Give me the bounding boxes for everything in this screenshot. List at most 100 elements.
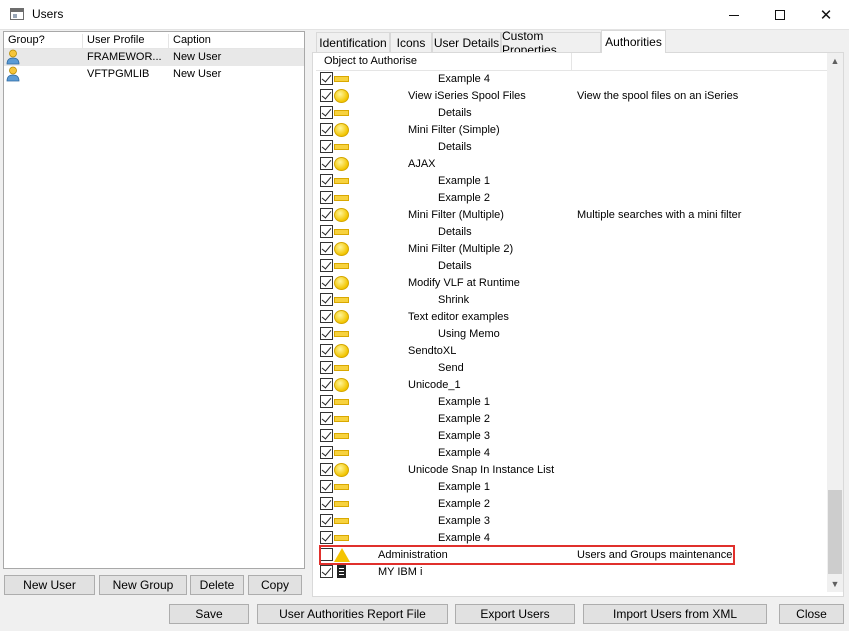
vertical-scrollbar[interactable]: ▲ ▼ — [827, 53, 843, 592]
authority-row[interactable]: SendtoXL — [316, 343, 827, 360]
authority-row[interactable]: Example 3 — [316, 428, 827, 445]
window-icon — [10, 8, 24, 20]
report-button[interactable]: User Authorities Report File — [257, 604, 448, 624]
minimize-button[interactable] — [711, 0, 757, 30]
authority-row[interactable]: Details — [316, 224, 827, 241]
tab-identification[interactable]: Identification — [316, 32, 390, 52]
authorities-tree[interactable]: Object to Authorise Example 4 View iSerie… — [316, 53, 827, 592]
authority-row[interactable]: Administration Users and Groups maintenan… — [316, 547, 827, 564]
authority-row[interactable]: Mini Filter (Simple) — [316, 122, 827, 139]
authority-checkbox[interactable] — [320, 72, 333, 85]
users-list[interactable]: Group? User Profile Caption FRAMEWOR... … — [3, 31, 305, 569]
export-users-button[interactable]: Export Users — [455, 604, 575, 624]
authority-checkbox[interactable] — [320, 89, 333, 102]
save-button[interactable]: Save — [169, 604, 249, 624]
authority-checkbox[interactable] — [320, 548, 333, 561]
column-header-object[interactable]: Object to Authorise — [324, 55, 417, 67]
authority-checkbox[interactable] — [320, 140, 333, 153]
column-header-caption[interactable]: Caption — [169, 34, 305, 49]
authority-row[interactable]: AJAX — [316, 156, 827, 173]
authority-checkbox[interactable] — [320, 242, 333, 255]
close-button[interactable]: Close — [779, 604, 844, 624]
circle-icon — [334, 310, 349, 324]
authority-row[interactable]: Details — [316, 105, 827, 122]
authority-checkbox[interactable] — [320, 208, 333, 221]
authority-label: Example 2 — [438, 413, 490, 425]
authority-checkbox[interactable] — [320, 259, 333, 272]
tab-authorities[interactable]: Authorities — [601, 30, 666, 53]
authority-row[interactable]: Example 3 — [316, 513, 827, 530]
authority-row[interactable]: Shrink — [316, 292, 827, 309]
authority-checkbox[interactable] — [320, 327, 333, 340]
authority-checkbox[interactable] — [320, 514, 333, 527]
column-header-user-profile[interactable]: User Profile — [83, 34, 169, 49]
bar-icon — [334, 76, 349, 82]
authority-checkbox[interactable] — [320, 463, 333, 476]
authority-label: Text editor examples — [408, 311, 509, 323]
authority-row[interactable]: Mini Filter (Multiple) Multiple searches … — [316, 207, 827, 224]
authority-row[interactable]: Using Memo — [316, 326, 827, 343]
authority-row[interactable]: Send — [316, 360, 827, 377]
authority-row[interactable]: Mini Filter (Multiple 2) — [316, 241, 827, 258]
tab-icons[interactable]: Icons — [390, 32, 432, 52]
authority-checkbox[interactable] — [320, 276, 333, 289]
authority-row[interactable]: Details — [316, 258, 827, 275]
authority-row[interactable]: Details — [316, 139, 827, 156]
scroll-thumb[interactable] — [828, 490, 842, 574]
authority-checkbox[interactable] — [320, 174, 333, 187]
bar-icon — [334, 416, 349, 422]
new-group-button[interactable]: New Group — [99, 575, 187, 595]
authority-checkbox[interactable] — [320, 344, 333, 357]
maximize-button[interactable] — [757, 0, 803, 30]
authority-checkbox[interactable] — [320, 123, 333, 136]
authority-checkbox[interactable] — [320, 429, 333, 442]
scroll-up-icon[interactable]: ▲ — [827, 53, 843, 69]
authority-row[interactable]: Unicode_1 — [316, 377, 827, 394]
authority-row[interactable]: View iSeries Spool Files View the spool f… — [316, 88, 827, 105]
authority-label: Details — [438, 141, 472, 153]
import-users-button[interactable]: Import Users from XML — [583, 604, 767, 624]
authority-checkbox[interactable] — [320, 565, 333, 578]
close-window-button[interactable]: ✕ — [803, 0, 849, 30]
authority-checkbox[interactable] — [320, 293, 333, 306]
authority-row[interactable]: Example 4 — [316, 71, 827, 88]
delete-button[interactable]: Delete — [190, 575, 244, 595]
tab-user-details[interactable]: User Details — [432, 32, 501, 52]
authority-checkbox[interactable] — [320, 412, 333, 425]
authority-checkbox[interactable] — [320, 191, 333, 204]
scroll-down-icon[interactable]: ▼ — [827, 576, 843, 592]
authority-row[interactable]: Example 2 — [316, 411, 827, 428]
authority-checkbox[interactable] — [320, 378, 333, 391]
authority-row[interactable]: Modify VLF at Runtime — [316, 275, 827, 292]
circle-icon — [334, 157, 349, 171]
authority-row[interactable]: Unicode Snap In Instance List — [316, 462, 827, 479]
authority-row[interactable]: Example 1 — [316, 394, 827, 411]
authority-checkbox[interactable] — [320, 395, 333, 408]
authority-label: Unicode_1 — [408, 379, 461, 391]
copy-button[interactable]: Copy — [248, 575, 302, 595]
authority-checkbox[interactable] — [320, 531, 333, 544]
authority-row[interactable]: Example 1 — [316, 173, 827, 190]
new-user-button[interactable]: New User — [4, 575, 95, 595]
authority-checkbox[interactable] — [320, 310, 333, 323]
authority-checkbox[interactable] — [320, 106, 333, 119]
authority-checkbox[interactable] — [320, 225, 333, 238]
authority-row[interactable]: MY IBM i — [316, 564, 827, 581]
authority-row[interactable]: Example 2 — [316, 496, 827, 513]
bar-icon — [334, 501, 349, 507]
tab-custom-properties[interactable]: Custom Properties — [501, 29, 601, 57]
authority-checkbox[interactable] — [320, 157, 333, 170]
authority-row[interactable]: Text editor examples — [316, 309, 827, 326]
authority-checkbox[interactable] — [320, 480, 333, 493]
user-row[interactable]: FRAMEWOR... New User — [4, 49, 304, 66]
authority-row[interactable]: Example 2 — [316, 190, 827, 207]
authority-checkbox[interactable] — [320, 446, 333, 459]
authority-row[interactable]: Example 4 — [316, 530, 827, 547]
authority-row[interactable]: Example 1 — [316, 479, 827, 496]
user-row[interactable]: VFTPGMLIB New User — [4, 66, 304, 83]
column-header-group[interactable]: Group? — [4, 34, 83, 49]
authority-checkbox[interactable] — [320, 361, 333, 374]
authority-checkbox[interactable] — [320, 497, 333, 510]
authority-label: Mini Filter (Simple) — [408, 124, 500, 136]
authority-row[interactable]: Example 4 — [316, 445, 827, 462]
